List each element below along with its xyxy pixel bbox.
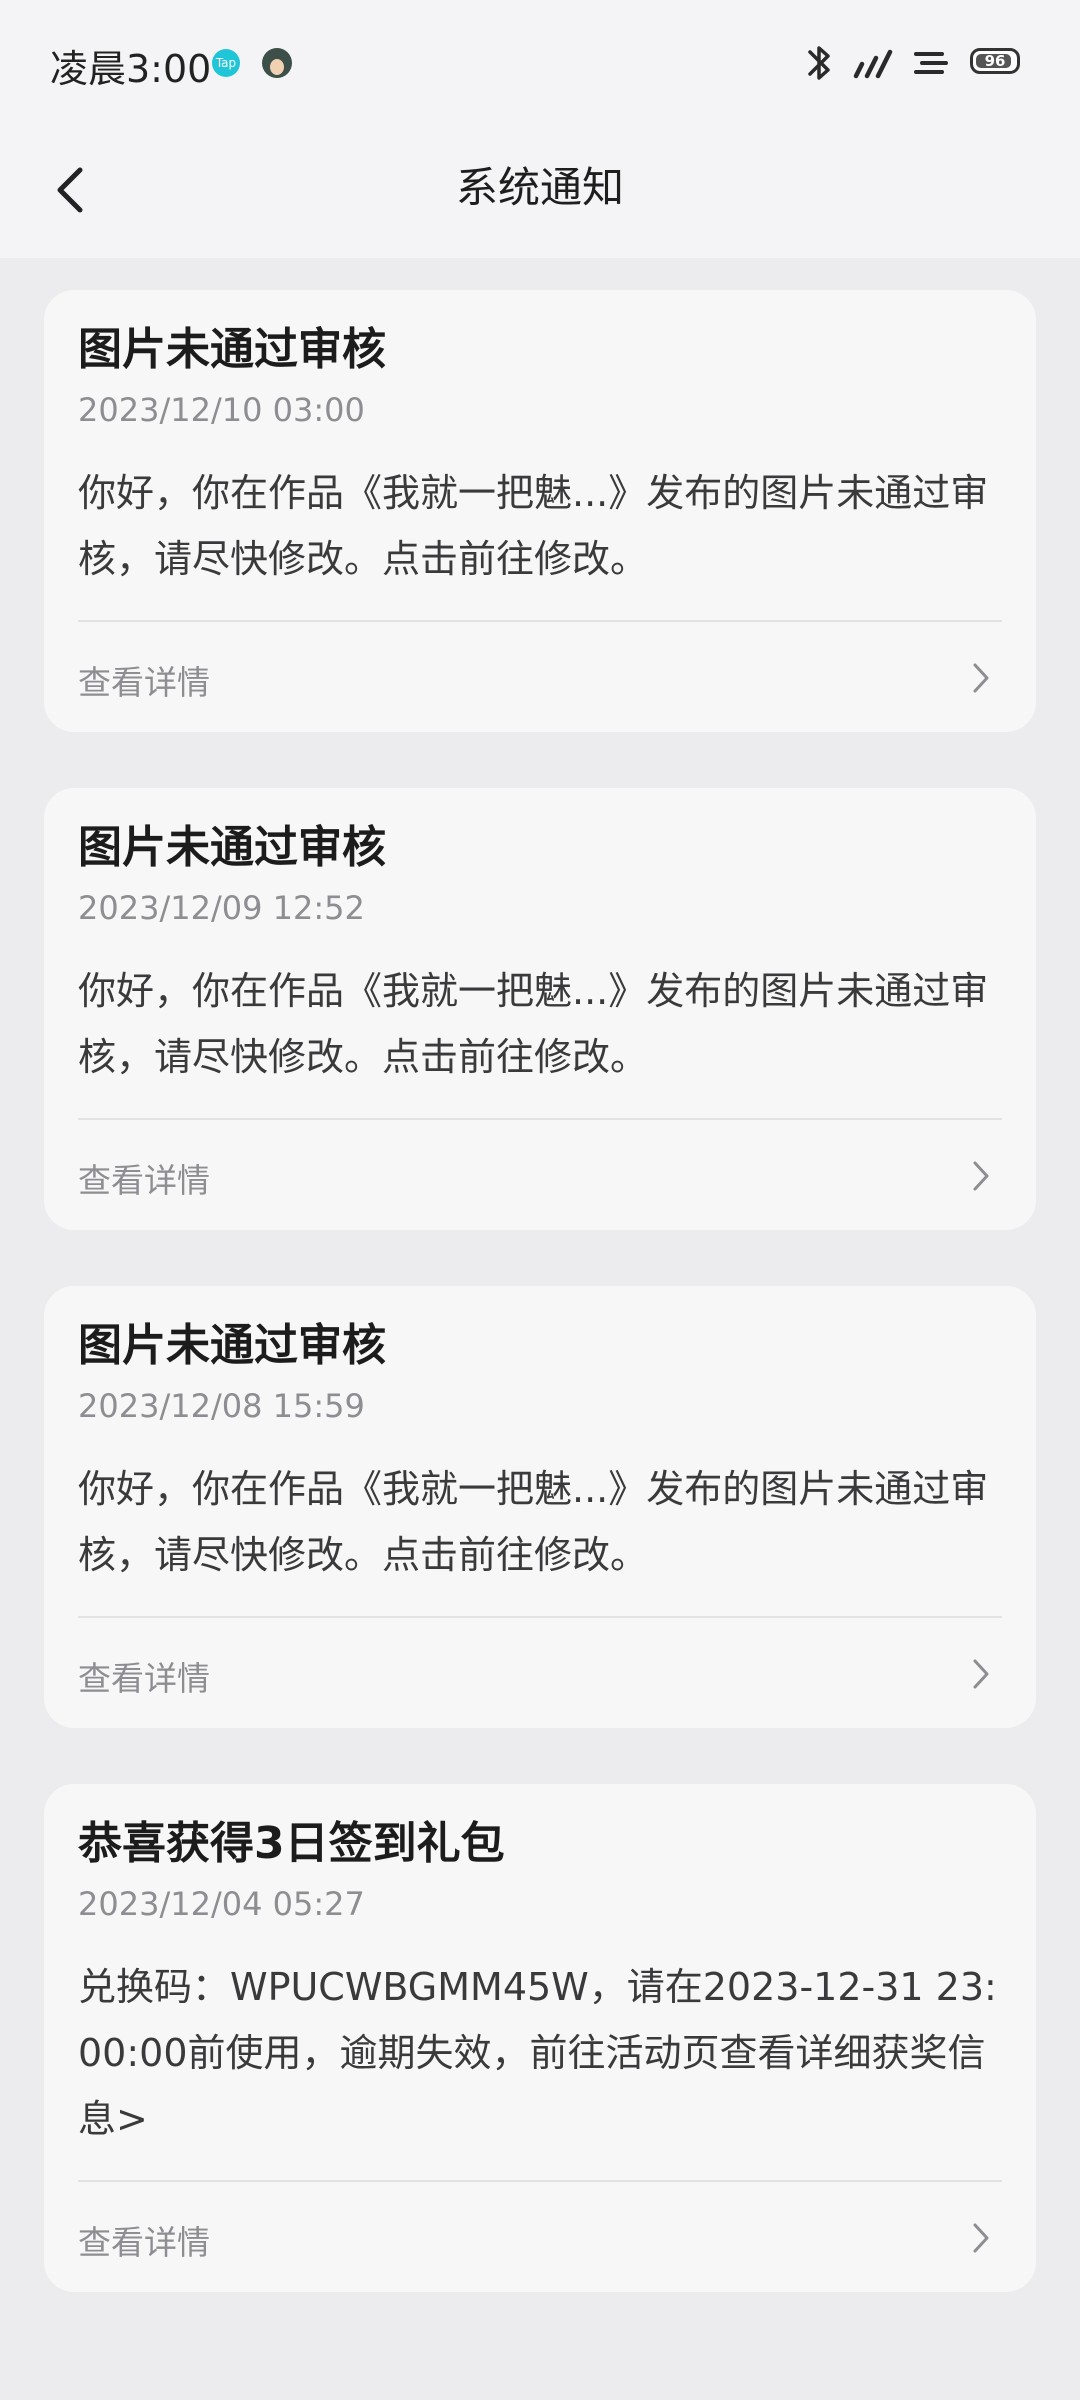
notification-title: 图片未通过审核 — [78, 324, 386, 375]
chevron-right-icon — [973, 663, 989, 693]
view-details-row[interactable]: 查看详情 — [78, 2182, 1002, 2292]
notification-card[interactable]: 图片未通过审核 2023/12/09 12:52 你好，你在作品《我就一把魅..… — [44, 788, 1036, 1230]
notification-card[interactable]: 图片未通过审核 2023/12/10 03:00 你好，你在作品《我就一把魅..… — [44, 290, 1036, 732]
notification-body: 你好，你在作品《我就一把魅...》发布的图片未通过审核，请尽快修改。点击前往修改… — [78, 471, 989, 581]
avatar-notification-icon — [262, 48, 292, 78]
view-details-row[interactable]: 查看详情 — [78, 1618, 1002, 1728]
notification-time: 2023/12/10 03:00 — [78, 391, 365, 429]
notification-card[interactable]: 图片未通过审核 2023/12/08 15:59 你好，你在作品《我就一把魅..… — [44, 1286, 1036, 1728]
battery-icon: 96 — [970, 48, 1020, 74]
nav-bar: 系统通知 — [0, 128, 1080, 258]
bluetooth-icon — [808, 46, 830, 80]
notification-time: 2023/12/04 05:27 — [78, 1885, 365, 1923]
notification-title: 恭喜获得3日签到礼包 — [78, 1818, 505, 1869]
notification-list: 图片未通过审核 2023/12/10 03:00 你好，你在作品《我就一把魅..… — [44, 290, 1036, 2348]
notification-title: 图片未通过审核 — [78, 822, 386, 873]
notification-card[interactable]: 恭喜获得3日签到礼包 2023/12/04 05:27 兑换码：WPUCWBGM… — [44, 1784, 1036, 2292]
battery-level: 96 — [984, 52, 1006, 70]
tap-app-icon: Tap — [212, 49, 240, 77]
signal-icon — [853, 49, 893, 79]
status-time: 凌晨3:00 — [50, 47, 212, 91]
chevron-right-icon — [973, 2223, 989, 2253]
view-details-row[interactable]: 查看详情 — [78, 1120, 1002, 1230]
notification-title: 图片未通过审核 — [78, 1320, 386, 1371]
view-details-link[interactable]: 查看详情 — [78, 1652, 210, 1700]
chevron-right-icon — [973, 1659, 989, 1689]
view-details-link[interactable]: 查看详情 — [78, 1154, 210, 1202]
view-details-row[interactable]: 查看详情 — [78, 622, 1002, 732]
view-details-link[interactable]: 查看详情 — [78, 656, 210, 704]
notification-body: 兑换码：WPUCWBGMM45W，请在2023-12-31 23:00:00前使… — [78, 1965, 997, 2141]
status-bar: 凌晨3:00 Tap 96 — [0, 0, 1080, 128]
wifi-icon — [914, 52, 948, 74]
notification-body: 你好，你在作品《我就一把魅...》发布的图片未通过审核，请尽快修改。点击前往修改… — [78, 969, 989, 1079]
chevron-right-icon — [973, 1161, 989, 1191]
notification-body: 你好，你在作品《我就一把魅...》发布的图片未通过审核，请尽快修改。点击前往修改… — [78, 1467, 989, 1577]
page-title: 系统通知 — [455, 163, 624, 212]
notification-time: 2023/12/09 12:52 — [78, 889, 365, 927]
view-details-link[interactable]: 查看详情 — [78, 2216, 210, 2264]
notification-time: 2023/12/08 15:59 — [78, 1387, 365, 1425]
